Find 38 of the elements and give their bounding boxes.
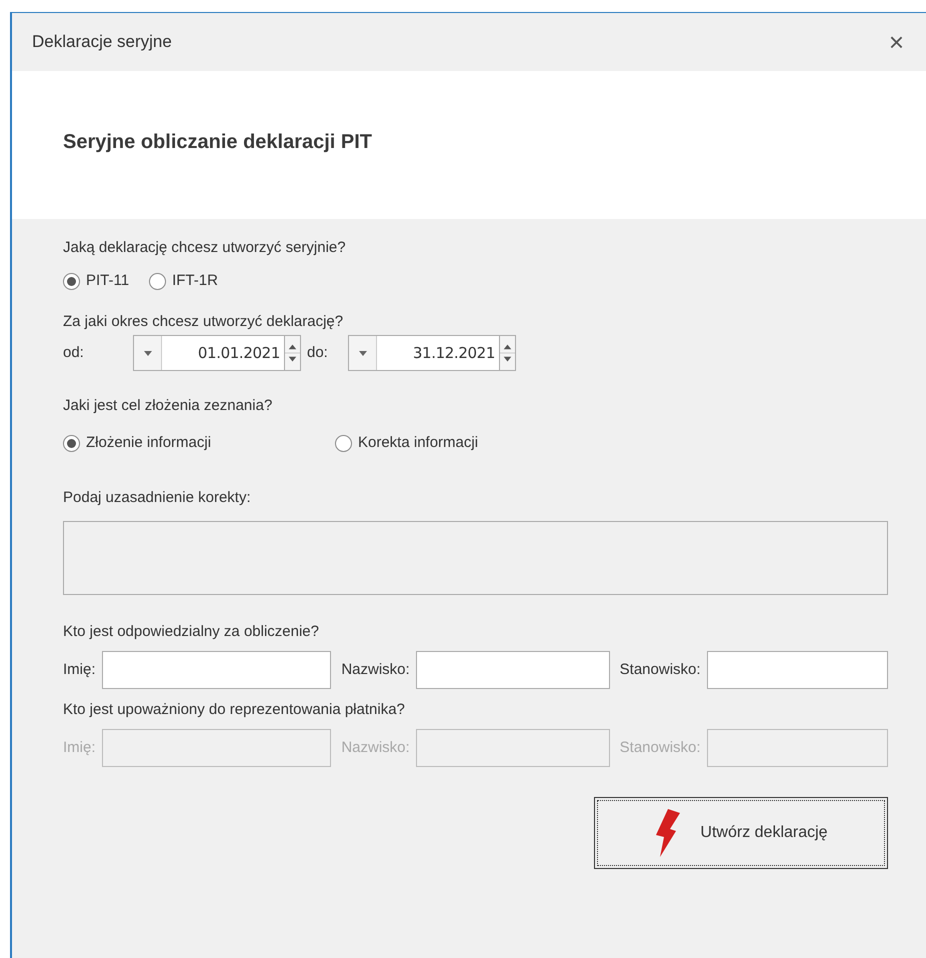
text-field[interactable]: [706, 651, 888, 689]
question-label: Jaki jest cel złożenia zeznania?: [63, 396, 274, 416]
question-label: Kto jest upoważniony do reprezentowania płatnika?: [63, 700, 406, 720]
radio-button[interactable]: [63, 434, 80, 452]
field-label: Imię:: [63, 738, 96, 758]
justification-label: Podaj uzasadnienie korekty:: [63, 488, 252, 508]
date-field[interactable]: 31.12.2021: [348, 335, 516, 371]
spinner-arrows-icon[interactable]: [499, 336, 515, 370]
field-label: Nazwisko:: [341, 738, 410, 758]
radio-button[interactable]: [149, 272, 166, 290]
date-value: 31.12.2021: [412, 342, 496, 364]
question-label: Jaką deklarację chcesz utworzyć seryjnie?: [63, 238, 347, 258]
radio-label: IFT-1R: [172, 270, 218, 291]
date-value: 01.01.2021: [196, 342, 281, 364]
field-label: Stanowisko:: [620, 738, 701, 758]
header-title: Seryjne obliczanie deklaracji PIT: [63, 130, 372, 155]
radio-button[interactable]: [63, 272, 80, 290]
question-label: Za jaki okres chcesz utworzyć deklarację?: [63, 312, 344, 332]
field-label: Imię:: [63, 660, 96, 680]
text-field[interactable]: [102, 651, 332, 689]
spinner-arrows-icon[interactable]: [284, 336, 300, 370]
radio-label: Złożenie informacji: [86, 432, 212, 453]
date-label: do:: [306, 342, 329, 363]
radio-button[interactable]: [335, 434, 352, 452]
question-label: Kto jest odpowiedzialny za obliczenie?: [63, 622, 320, 642]
date-label: od:: [63, 342, 85, 363]
window-title: Deklaracje seryjne: [32, 31, 172, 54]
radio-label: Korekta informacji: [358, 432, 478, 453]
field-label: Stanowisko:: [620, 660, 701, 680]
text-field[interactable]: [416, 651, 610, 689]
field-label: Nazwisko:: [341, 660, 410, 680]
lightning-icon: [654, 809, 680, 857]
radio-label: PIT-11: [86, 270, 130, 291]
dropdown-icon[interactable]: [144, 350, 152, 356]
dropdown-icon[interactable]: [358, 350, 366, 356]
create-declaration-button[interactable]: Utwórz deklarację: [594, 797, 888, 869]
close-button[interactable]: ×: [888, 29, 904, 55]
date-field[interactable]: 01.01.2021: [133, 335, 301, 371]
